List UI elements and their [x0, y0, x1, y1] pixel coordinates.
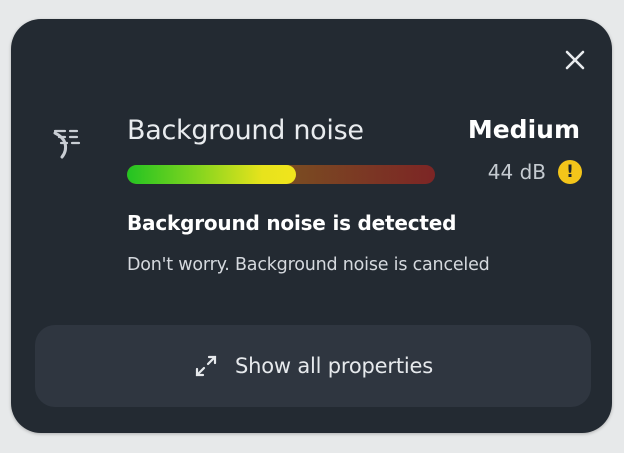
warning-icon[interactable]: ! [558, 160, 582, 184]
status-subtext: Don't worry. Background noise is cancele… [127, 255, 490, 275]
db-value: 44 dB [487, 160, 546, 184]
show-all-properties-button[interactable]: Show all properties [35, 325, 591, 407]
noise-meter-fill [127, 165, 297, 184]
noise-icon [53, 129, 81, 159]
noise-meter [127, 165, 435, 184]
close-icon [565, 50, 585, 70]
expand-icon [195, 355, 217, 377]
show-all-properties-label: Show all properties [235, 354, 433, 378]
close-button[interactable] [560, 45, 590, 75]
noise-card: Background noise Medium 44 dB ! Backgrou… [11, 19, 612, 433]
db-readout: 44 dB ! [488, 160, 582, 184]
noise-level-label: Medium [467, 115, 580, 144]
status-headline: Background noise is detected [127, 211, 457, 235]
panel-title: Background noise [127, 115, 364, 146]
